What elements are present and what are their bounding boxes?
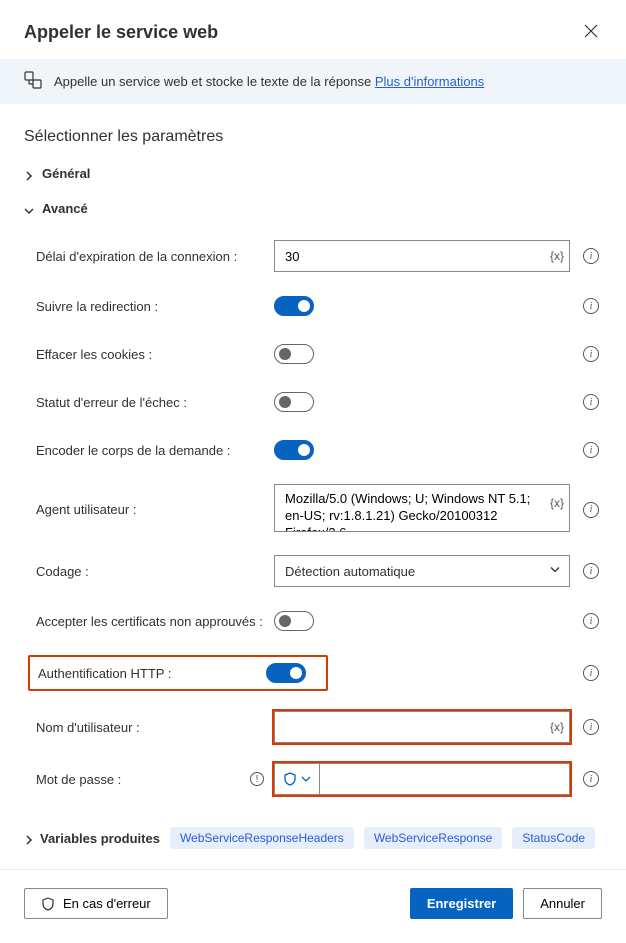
password-type-picker[interactable] bbox=[274, 763, 319, 795]
label-username: Nom d'utilisateur : bbox=[36, 720, 264, 735]
row-user-agent: Agent utilisateur : Mozilla/5.0 (Windows… bbox=[0, 474, 626, 545]
info-icon[interactable]: i bbox=[583, 502, 599, 518]
chip-status-code[interactable]: StatusCode bbox=[512, 827, 595, 849]
close-button[interactable] bbox=[580, 20, 602, 45]
info-icon[interactable]: i bbox=[583, 298, 599, 314]
info-icon[interactable]: i bbox=[583, 248, 599, 264]
info-icon[interactable]: i bbox=[583, 613, 599, 629]
label-user-agent: Agent utilisateur : bbox=[36, 502, 264, 517]
user-agent-input[interactable]: Mozilla/5.0 (Windows; U; Windows NT 5.1;… bbox=[274, 484, 570, 532]
label-follow-redirect: Suivre la redirection : bbox=[36, 299, 264, 314]
row-accept-untrusted: Accepter les certificats non approuvés :… bbox=[0, 597, 626, 645]
cancel-button[interactable]: Annuler bbox=[523, 888, 602, 919]
close-icon bbox=[584, 24, 598, 38]
info-icon[interactable]: i bbox=[583, 771, 599, 787]
api-icon bbox=[24, 71, 42, 92]
row-http-auth: Authentification HTTP : i bbox=[0, 645, 626, 701]
group-general[interactable]: Général bbox=[0, 156, 626, 191]
row-encode-body: Encoder le corps de la demande : i bbox=[0, 426, 626, 474]
shield-outline-icon bbox=[41, 897, 55, 911]
on-error-button[interactable]: En cas d'erreur bbox=[24, 888, 168, 919]
section-title: Sélectionner les paramètres bbox=[0, 104, 626, 156]
clear-cookies-toggle[interactable] bbox=[274, 344, 314, 364]
row-username: Nom d'utilisateur : {x} i bbox=[0, 701, 626, 753]
label-password: Mot de passe : ! bbox=[36, 772, 264, 787]
label-accept-untrusted: Accepter les certificats non approuvés : bbox=[36, 614, 264, 629]
group-advanced[interactable]: Avancé bbox=[0, 191, 626, 226]
info-icon[interactable]: i bbox=[583, 665, 599, 681]
accept-untrusted-toggle[interactable] bbox=[274, 611, 314, 631]
chevron-down-icon bbox=[24, 204, 34, 214]
info-icon[interactable]: i bbox=[583, 719, 599, 735]
info-icon[interactable]: i bbox=[583, 442, 599, 458]
encode-body-toggle[interactable] bbox=[274, 440, 314, 460]
encoding-select[interactable]: Détection automatique bbox=[274, 555, 570, 587]
chip-response[interactable]: WebServiceResponse bbox=[364, 827, 503, 849]
banner-text: Appelle un service web et stocke le text… bbox=[54, 74, 484, 89]
variables-label[interactable]: Variables produites bbox=[24, 831, 160, 846]
follow-redirect-toggle[interactable] bbox=[274, 296, 314, 316]
info-banner: Appelle un service web et stocke le text… bbox=[0, 59, 626, 104]
chevron-right-icon bbox=[24, 169, 34, 179]
row-follow-redirect: Suivre la redirection : i bbox=[0, 282, 626, 330]
row-variables: Variables produites WebServiceResponseHe… bbox=[0, 813, 626, 869]
shield-icon bbox=[283, 772, 297, 786]
timeout-input[interactable] bbox=[274, 240, 570, 272]
http-auth-toggle[interactable] bbox=[266, 663, 306, 683]
fail-status-toggle[interactable] bbox=[274, 392, 314, 412]
chevron-down-icon bbox=[301, 774, 311, 784]
label-http-auth: Authentification HTTP : bbox=[30, 666, 266, 681]
row-clear-cookies: Effacer les cookies : i bbox=[0, 330, 626, 378]
warning-icon: ! bbox=[250, 772, 264, 786]
username-input[interactable] bbox=[274, 711, 570, 743]
more-info-link[interactable]: Plus d'informations bbox=[375, 74, 484, 89]
label-encoding: Codage : bbox=[36, 564, 264, 579]
info-icon[interactable]: i bbox=[583, 346, 599, 362]
info-icon[interactable]: i bbox=[583, 394, 599, 410]
chevron-right-icon bbox=[24, 833, 34, 843]
info-icon[interactable]: i bbox=[583, 563, 599, 579]
row-fail-status: Statut d'erreur de l'échec : i bbox=[0, 378, 626, 426]
dialog-title: Appeler le service web bbox=[24, 22, 218, 43]
chip-response-headers[interactable]: WebServiceResponseHeaders bbox=[170, 827, 354, 849]
label-clear-cookies: Effacer les cookies : bbox=[36, 347, 264, 362]
row-encoding: Codage : Détection automatique i bbox=[0, 545, 626, 597]
save-button[interactable]: Enregistrer bbox=[410, 888, 513, 919]
row-timeout: Délai d'expiration de la connexion : {x}… bbox=[0, 230, 626, 282]
label-timeout: Délai d'expiration de la connexion : bbox=[36, 249, 264, 264]
password-input[interactable] bbox=[319, 763, 570, 795]
chevron-down-icon bbox=[549, 564, 561, 579]
label-encode-body: Encoder le corps de la demande : bbox=[36, 443, 264, 458]
label-fail-status: Statut d'erreur de l'échec : bbox=[36, 395, 264, 410]
row-password: Mot de passe : ! i bbox=[0, 753, 626, 805]
